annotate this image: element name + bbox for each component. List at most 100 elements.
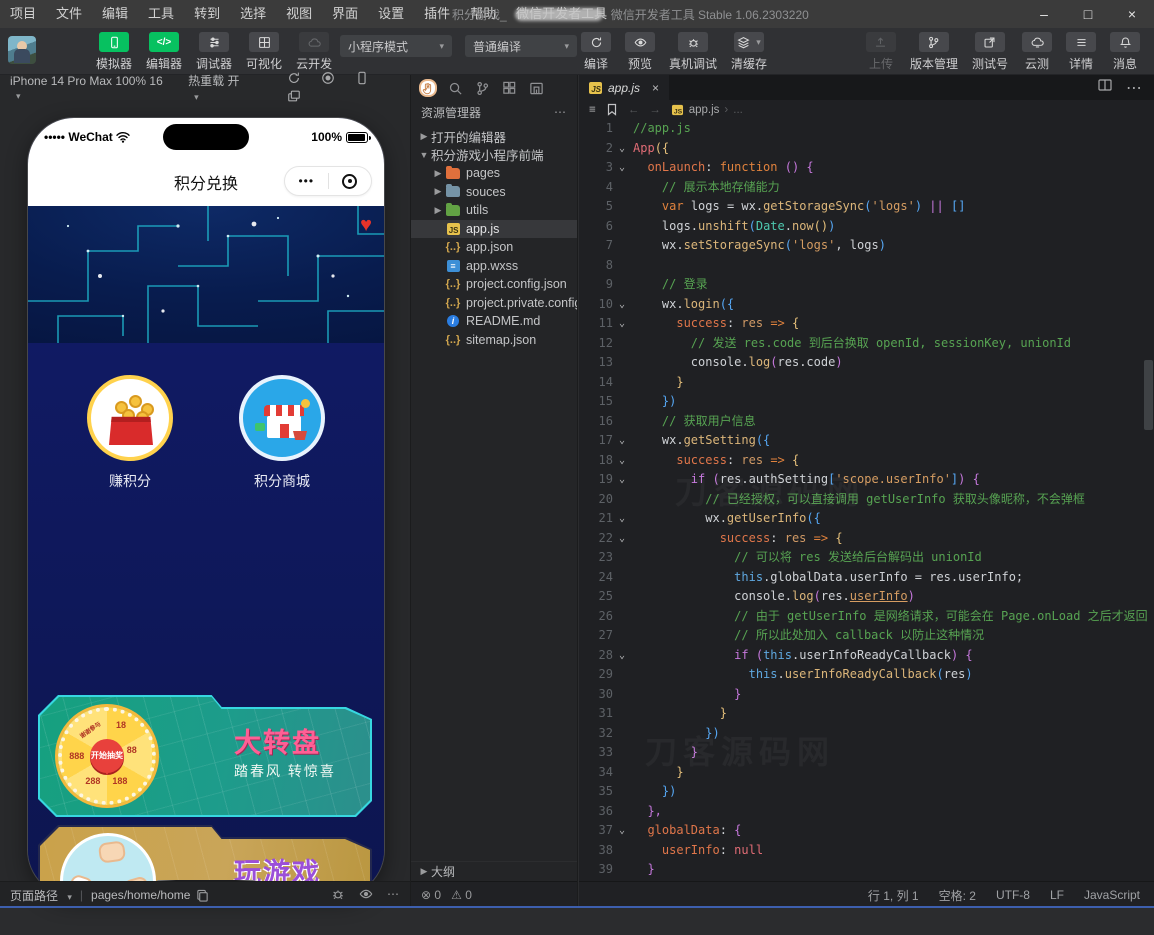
maximize-button[interactable]: □ (1066, 0, 1110, 28)
fold-chevron-icon[interactable]: ⌄ (613, 295, 631, 315)
tree-item-sitemap.json[interactable]: {..}sitemap.json (411, 331, 577, 350)
fold-chevron-icon[interactable]: ⌄ (613, 451, 631, 471)
editor-scrollbar[interactable] (1144, 360, 1153, 430)
tree-item-打开的编辑器[interactable]: ▶打开的编辑器 (411, 127, 577, 146)
error-count[interactable]: ⊗ 0 (421, 888, 441, 902)
chevron-icon[interactable]: ▶ (417, 131, 431, 142)
lucky-wheel-banner[interactable]: 开始抽奖 谢谢参与1888888288188 大转盘 踏春风 转惊喜 (38, 695, 372, 817)
status-JavaScript[interactable]: JavaScript (1084, 888, 1140, 902)
menu-界面[interactable]: 界面 (322, 0, 368, 28)
outline-list-icon[interactable]: ≡ (589, 104, 596, 116)
fold-chevron-icon[interactable]: ⌄ (613, 821, 631, 841)
windows-icon[interactable] (286, 88, 302, 104)
bug-icon[interactable] (331, 887, 345, 904)
menu-编辑[interactable]: 编辑 (92, 0, 138, 28)
code-area[interactable]: 刀客源码网 刀客源码网 1//app.js2⌄App({3⌄ onLaunch:… (579, 119, 1154, 881)
chevron-icon[interactable]: ▶ (431, 168, 445, 179)
tree-item-README.md[interactable]: iREADME.md (411, 312, 577, 331)
fold-chevron-icon[interactable]: ⌄ (613, 314, 631, 334)
status--1-1[interactable]: 行 1, 列 1 (868, 887, 919, 904)
status-LF[interactable]: LF (1050, 888, 1064, 902)
minimize-button[interactable]: – (1022, 0, 1066, 28)
tab-appjs[interactable]: JS app.js × (579, 75, 669, 100)
explorer-more-button[interactable]: ⋯ (554, 105, 567, 119)
tree-item-pages[interactable]: ▶pages (411, 164, 577, 183)
toolbar-button-云测[interactable]: 云测 (1022, 32, 1052, 72)
menu-转到[interactable]: 转到 (184, 0, 230, 28)
tab-close-icon[interactable]: × (652, 81, 659, 95)
toolbar-button-编译[interactable]: 编译 (581, 32, 611, 72)
status-UTF-8[interactable]: UTF-8 (996, 888, 1030, 902)
editor-more-icon[interactable]: ⋯ (1126, 78, 1142, 98)
refresh-icon[interactable] (286, 70, 302, 86)
fold-chevron-icon[interactable]: ⌄ (613, 509, 631, 529)
bookmark-icon[interactable] (606, 103, 618, 116)
menu-文件[interactable]: 文件 (46, 0, 92, 28)
phoneframe-icon[interactable] (354, 70, 370, 86)
nav-back-icon[interactable]: ← (628, 104, 640, 116)
toolbar-button-预览[interactable]: 预览 (625, 32, 655, 72)
copy-path-icon[interactable] (196, 889, 209, 902)
search-icon[interactable] (446, 79, 464, 97)
hot-reload-toggle[interactable]: 热重载 开 ▾ (188, 72, 251, 103)
fold-chevron-icon[interactable]: ⌄ (613, 646, 631, 666)
status--2[interactable]: 空格: 2 (939, 887, 976, 904)
extensions-icon[interactable] (500, 79, 518, 97)
toolbar-button-调试器[interactable]: 调试器 (196, 32, 232, 72)
points-mall-entry[interactable]: 积分商城 (239, 375, 325, 491)
toolbar-button-上传[interactable]: 上传 (866, 32, 896, 72)
toolbar-button-清缓存[interactable]: ▾清缓存 (731, 32, 767, 72)
toolbar-button-详情[interactable]: 详情 (1066, 32, 1096, 72)
fold-chevron-icon[interactable]: ⌄ (613, 529, 631, 549)
toolbar-button-编辑器[interactable]: </>编辑器 (146, 32, 182, 72)
tree-item-project.config.json[interactable]: {..}project.config.json (411, 275, 577, 294)
capsule-close-button[interactable] (329, 174, 372, 189)
dropdown-普通编译[interactable]: 普通编译▾ (465, 35, 577, 57)
user-avatar[interactable] (8, 36, 36, 64)
toolbar-button-模拟器[interactable]: 模拟器 (96, 32, 132, 72)
eye-icon[interactable] (359, 887, 373, 904)
menu-选择[interactable]: 选择 (230, 0, 276, 28)
record-icon[interactable] (320, 70, 336, 86)
split-editor-icon[interactable] (1098, 78, 1112, 92)
tree-item-souces[interactable]: ▶souces (411, 183, 577, 202)
earn-points-entry[interactable]: 赚积分 (87, 375, 173, 491)
npm-icon[interactable] (527, 79, 545, 97)
page-path-selector[interactable]: 页面路径 ▾ (10, 887, 72, 904)
hand-icon[interactable] (419, 79, 437, 97)
outline-section[interactable]: ▶ 大纲 (411, 861, 577, 881)
capsule-more-button[interactable]: ••• (285, 174, 328, 188)
device-selector[interactable]: iPhone 14 Pro Max 100% 16 ▾ (10, 74, 172, 102)
toolbar-button-真机调试[interactable]: 真机调试 (669, 32, 717, 72)
chevron-icon[interactable]: ▶ (431, 205, 445, 216)
tree-item-project.private.config.js...[interactable]: {..}project.private.config.js... (411, 294, 577, 313)
toolbar-button-可视化[interactable]: 可视化 (246, 32, 282, 72)
git-icon[interactable] (473, 79, 491, 97)
menu-设置[interactable]: 设置 (368, 0, 414, 28)
fold-chevron-icon[interactable]: ⌄ (613, 431, 631, 451)
dropdown-小程序模式[interactable]: 小程序模式▾ (340, 35, 452, 57)
tree-item-app.js[interactable]: JSapp.js (411, 220, 577, 239)
toolbar-button-消息[interactable]: 消息 (1110, 32, 1140, 72)
breadcrumb[interactable]: JS app.js › ... (671, 104, 743, 116)
tree-item-积分游戏小程序前端[interactable]: ▼积分游戏小程序前端 (411, 146, 577, 165)
fold-chevron-icon[interactable]: ⌄ (613, 139, 631, 159)
toolbar-button-测试号[interactable]: 测试号 (972, 32, 1008, 72)
toolbar-button-版本管理[interactable]: 版本管理 (910, 32, 958, 72)
chevron-icon[interactable]: ▶ (431, 186, 445, 197)
warning-count[interactable]: ⚠ 0 (451, 888, 472, 902)
menu-项目[interactable]: 项目 (0, 0, 46, 28)
fold-chevron-icon[interactable]: ⌄ (613, 470, 631, 490)
tree-item-app.wxss[interactable]: ≡app.wxss (411, 257, 577, 276)
close-button[interactable]: × (1110, 0, 1154, 28)
tree-item-app.json[interactable]: {..}app.json (411, 238, 577, 257)
moretxt-icon[interactable]: ⋯ (387, 887, 400, 904)
nav-forward-icon[interactable]: → (649, 104, 661, 116)
layers-icon: ▾ (734, 32, 764, 52)
menu-工具[interactable]: 工具 (138, 0, 184, 28)
toolbar-button-云开发[interactable]: 云开发 (296, 32, 332, 72)
chevron-icon[interactable]: ▼ (417, 150, 431, 160)
fold-chevron-icon[interactable]: ⌄ (613, 158, 631, 178)
tree-item-utils[interactable]: ▶utils (411, 201, 577, 220)
menu-视图[interactable]: 视图 (276, 0, 322, 28)
